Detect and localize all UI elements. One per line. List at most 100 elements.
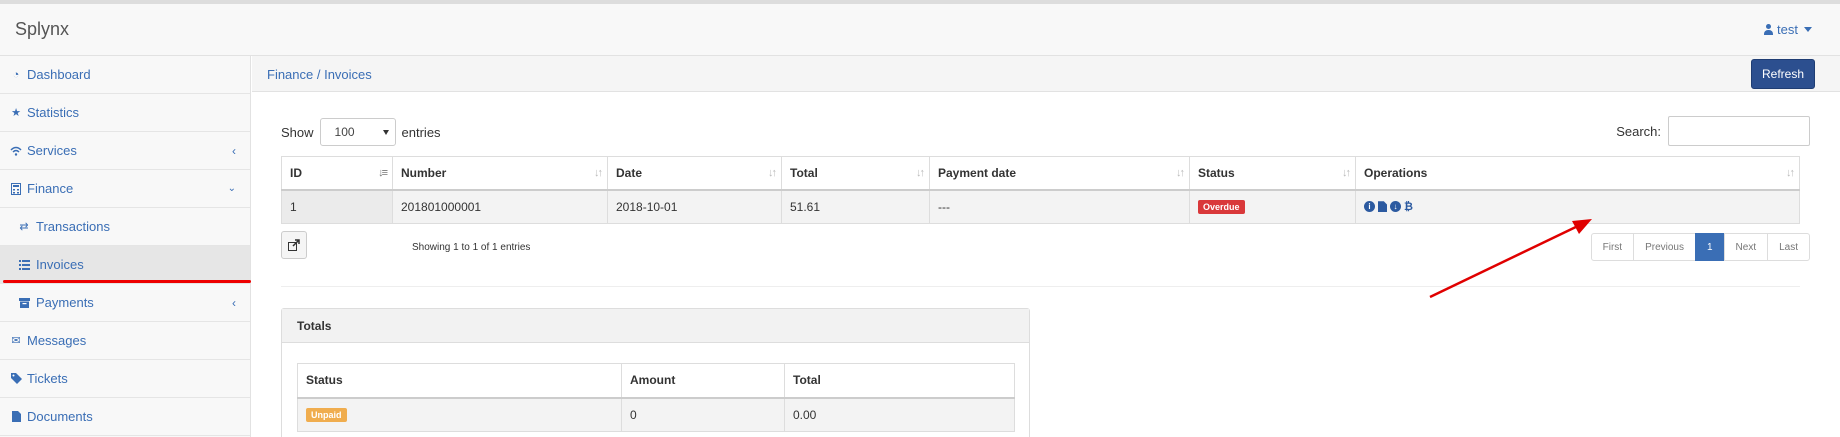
column-label: ID (290, 165, 302, 180)
table-info: Showing 1 to 1 of 1 entries (412, 242, 531, 253)
bitcoin-icon[interactable]: ₿ (1404, 201, 1413, 213)
top-navbar: Splynx test (0, 0, 1840, 56)
cell-id: 1 (281, 189, 393, 224)
sort-icon: ↓↑ (1176, 167, 1185, 179)
sidebar-item-tickets[interactable]: Tickets (0, 360, 250, 398)
search-input[interactable] (1668, 116, 1810, 146)
column-header-total: Total (784, 363, 1015, 399)
refresh-button[interactable]: Refresh (1751, 59, 1815, 89)
sidebar-item-label: Services (27, 143, 77, 158)
document-icon[interactable] (1378, 201, 1387, 213)
table-header-row: Status Amount Total (297, 363, 1015, 399)
list-icon (18, 259, 30, 271)
cell-number: 201801000001 (392, 189, 608, 224)
envelope-icon: ✉ (11, 335, 21, 347)
tag-icon (10, 373, 22, 385)
sort-icon: ↓↑ (1342, 167, 1351, 179)
cell-amount: 0 (621, 397, 785, 432)
pagination-last[interactable]: Last (1767, 233, 1810, 261)
download-icon[interactable]: ↓ (1390, 201, 1401, 213)
page-length-select[interactable]: 100 (319, 118, 396, 146)
user-icon (1764, 24, 1774, 35)
sidebar-item-label: Transactions (36, 219, 110, 234)
brand-logo[interactable]: Splynx (15, 19, 69, 40)
cell-status: Unpaid (297, 397, 622, 432)
sort-icon: ↓↑ (1786, 167, 1795, 179)
cell-status: Overdue (1189, 189, 1356, 224)
column-header-status[interactable]: Status ↓↑ (1189, 156, 1356, 191)
operations-group: i ↓ ₿ (1364, 201, 1791, 213)
sidebar-item-statistics[interactable]: ★ Statistics (0, 94, 250, 132)
column-header-id[interactable]: ID ↓≡ (281, 156, 393, 191)
user-name: test (1777, 22, 1798, 37)
show-label: Show (281, 124, 314, 140)
sidebar-item-label: Payments (36, 295, 94, 310)
chevron-down-icon: ⌄ (227, 183, 236, 194)
pagination-previous[interactable]: Previous (1633, 233, 1696, 261)
page-length-control: Show 100 entries (281, 118, 441, 146)
column-header-payment-date[interactable]: Payment date ↓↑ (929, 156, 1190, 191)
wifi-icon (10, 145, 22, 157)
column-header-date[interactable]: Date ↓↑ (607, 156, 782, 191)
sidebar-item-finance[interactable]: Finance ⌄ (0, 170, 250, 208)
chevron-left-icon: ‹ (232, 295, 236, 310)
sidebar-item-label: Messages (27, 333, 87, 348)
pagination-page-1[interactable]: 1 (1694, 233, 1725, 261)
column-header-operations[interactable]: Operations ↓↑ (1355, 156, 1800, 191)
sort-icon: ↓↑ (768, 167, 777, 179)
archive-icon (18, 297, 30, 309)
breadcrumb[interactable]: Finance / Invoices (267, 67, 372, 82)
sidebar-item-messages[interactable]: ✉ Messages (0, 322, 250, 360)
cell-total: 0.00 (784, 397, 1015, 432)
page-length-value: 100 (334, 125, 355, 139)
main-content: Finance / Invoices Refresh Show 100 entr… (252, 56, 1840, 437)
sort-asc-icon: ↓≡ (378, 167, 388, 179)
sidebar-item-documents[interactable]: Documents (0, 398, 250, 436)
pagination-first[interactable]: First (1590, 233, 1635, 261)
sidebar-item-payments[interactable]: Payments ‹ (0, 284, 250, 322)
pagination-next[interactable]: Next (1723, 233, 1769, 261)
star-icon: ★ (11, 107, 21, 119)
calculator-icon (10, 182, 22, 195)
sidebar-item-services[interactable]: Services ‹ (0, 132, 250, 170)
status-badge: Overdue (1198, 200, 1245, 215)
divider (281, 286, 1800, 287)
column-label: Total (790, 165, 818, 180)
sort-icon: ↓↑ (916, 167, 925, 179)
export-button[interactable] (281, 231, 307, 259)
document-icon (10, 411, 22, 423)
cell-date: 2018-10-01 (607, 189, 782, 224)
info-icon[interactable]: i (1364, 201, 1375, 213)
column-header-amount: Amount (621, 363, 785, 399)
caret-down-icon (1804, 27, 1812, 32)
column-header-status: Status (297, 363, 622, 399)
search-label: Search: (1616, 123, 1661, 139)
totals-title: Totals (282, 309, 1029, 343)
caret-down-icon (382, 129, 389, 135)
cell-total: 51.61 (781, 189, 930, 224)
sidebar: ◔ Dashboard ★ Statistics Services ‹ Fina… (0, 56, 251, 437)
sidebar-item-dashboard[interactable]: ◔ Dashboard (0, 56, 250, 94)
sidebar-item-invoices[interactable]: Invoices (0, 246, 250, 284)
cell-operations: i ↓ ₿ (1355, 189, 1800, 224)
sidebar-item-label: Tickets (27, 371, 68, 386)
sort-icon: ↓↑ (594, 167, 603, 179)
user-menu[interactable]: test (1764, 22, 1812, 37)
column-label: Operations (1364, 165, 1428, 180)
column-header-total[interactable]: Total ↓↑ (781, 156, 930, 191)
sidebar-item-label: Dashboard (27, 67, 91, 82)
annotation-underline (3, 280, 251, 283)
sidebar-item-transactions[interactable]: ⇄ Transactions (0, 208, 250, 246)
status-badge: Unpaid (306, 408, 347, 423)
column-header-number[interactable]: Number ↓↑ (392, 156, 608, 191)
export-icon (288, 239, 300, 251)
breadcrumb-bar: Finance / Invoices Refresh (252, 56, 1840, 92)
invoices-table: ID ↓≡ Number ↓↑ Date ↓↑ Total ↓↑ Payment dat… (281, 156, 1800, 224)
totals-table: Status Amount Total Unpaid 0 0.00 (297, 363, 1015, 432)
chevron-left-icon: ‹ (232, 143, 236, 158)
sidebar-item-label: Finance (27, 181, 74, 196)
sidebar-item-label: Documents (27, 409, 93, 424)
column-label: Date (616, 165, 643, 180)
table-row: Unpaid 0 0.00 (297, 397, 1015, 432)
column-label: Payment date (938, 165, 1017, 180)
